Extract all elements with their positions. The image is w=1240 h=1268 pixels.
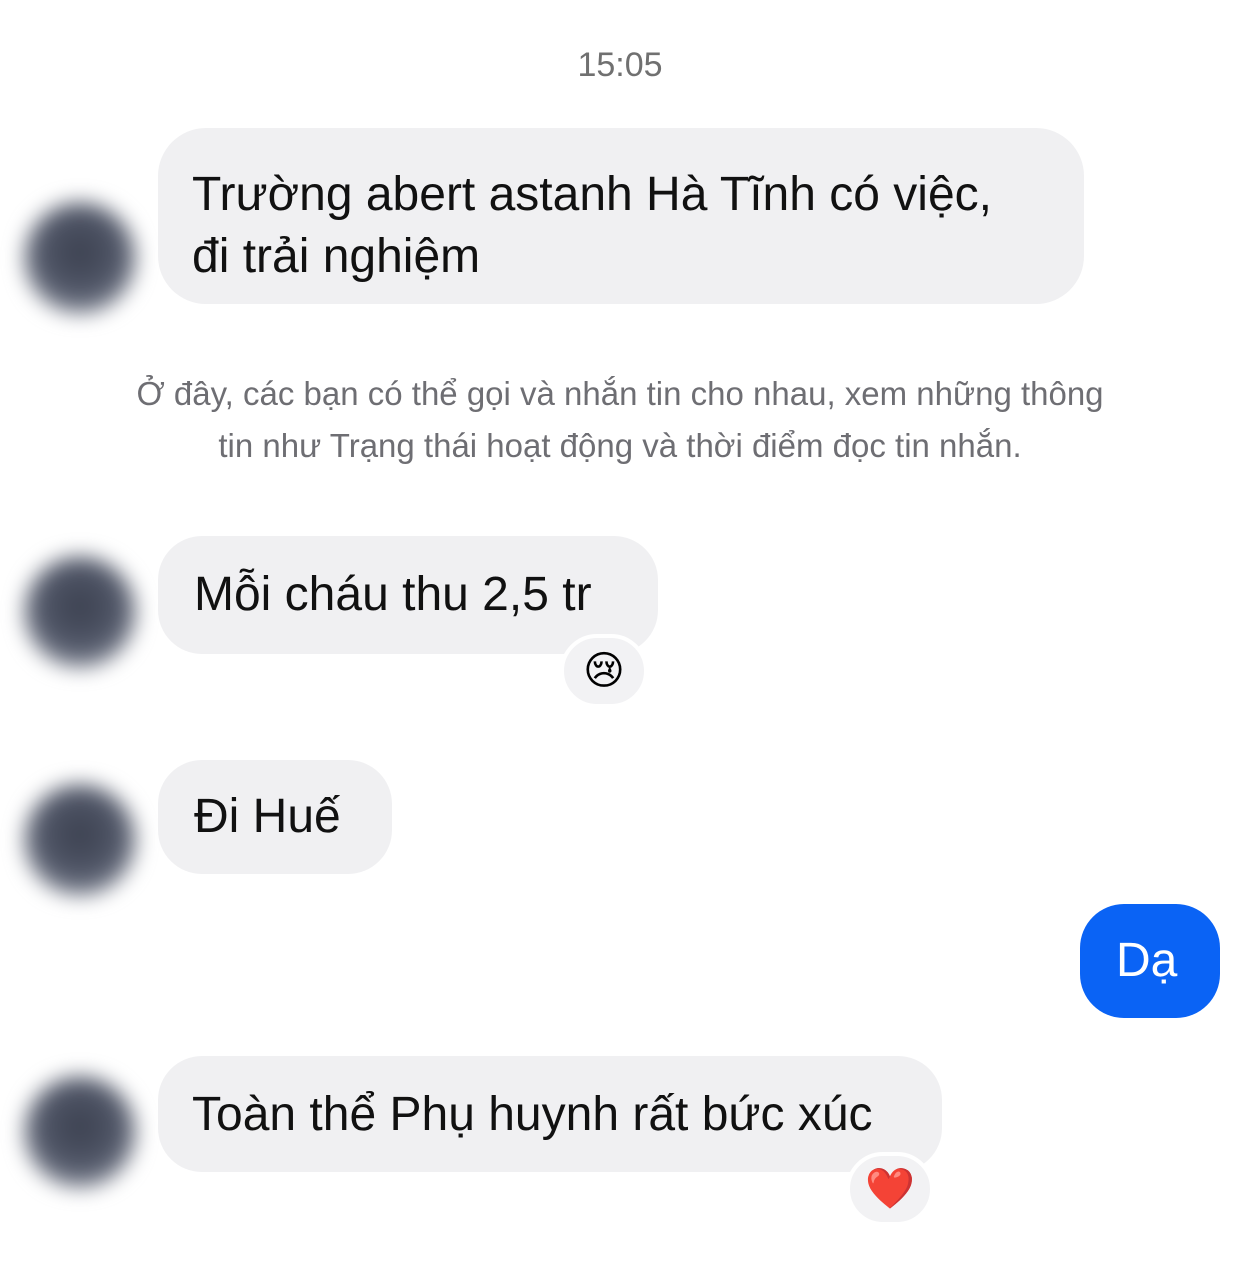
- message-text-line: Trường abert astanh Hà Tĩnh có việc,: [192, 168, 992, 221]
- message-text-line: đi trải nghiệm: [192, 230, 481, 283]
- message-text: Dạ: [1116, 934, 1178, 987]
- message-text: Mỗi cháu thu 2,5 tr: [194, 568, 592, 621]
- reaction-heart-icon[interactable]: ❤️: [846, 1152, 934, 1226]
- message-bubble-incoming[interactable]: Trường abert astanh Hà Tĩnh có việc, đi …: [158, 128, 1084, 304]
- message-text: Toàn thể Phụ huynh rất bức xúc: [192, 1088, 873, 1141]
- sender-avatar[interactable]: [24, 202, 136, 314]
- sender-avatar[interactable]: [24, 784, 136, 896]
- chat-system-note: Ở đây, các bạn có thể gọi và nhắn tin ch…: [70, 368, 1170, 472]
- reaction-crying-face-icon[interactable]: 😢: [560, 634, 648, 708]
- message-bubble-outgoing[interactable]: Dạ: [1080, 904, 1220, 1018]
- system-note-line: Ở đây, các bạn có thể gọi và nhắn tin ch…: [136, 375, 1104, 412]
- message-bubble-incoming[interactable]: Đi Huế: [158, 760, 392, 874]
- sender-avatar[interactable]: [24, 556, 136, 668]
- message-bubble-incoming[interactable]: Toàn thể Phụ huynh rất bức xúc: [158, 1056, 942, 1172]
- system-note-line: tin như Trạng thái hoạt động và thời điể…: [218, 427, 1022, 464]
- sender-avatar[interactable]: [24, 1076, 136, 1188]
- message-text: Đi Huế: [194, 790, 341, 843]
- message-timestamp: 15:05: [577, 46, 663, 84]
